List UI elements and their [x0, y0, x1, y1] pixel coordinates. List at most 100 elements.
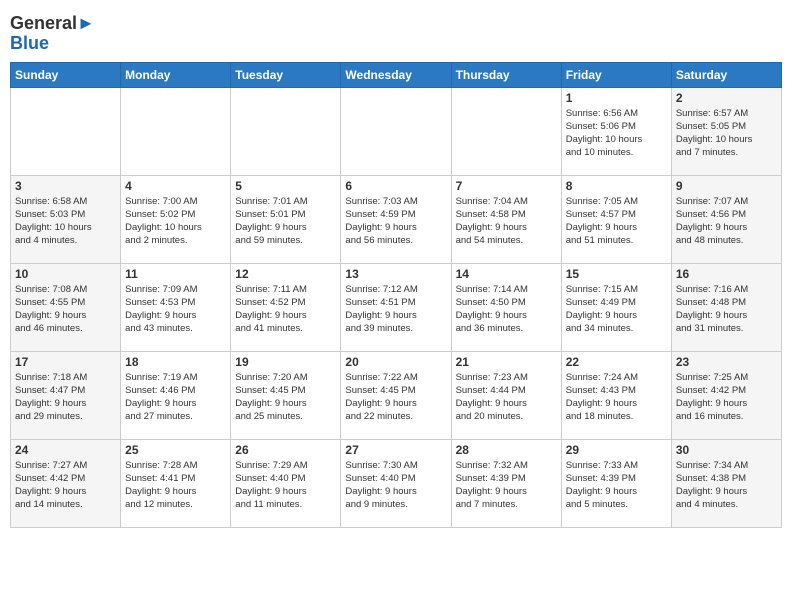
- weekday-header-friday: Friday: [561, 62, 671, 87]
- calendar-cell: 29 Sunrise: 7:33 AM Sunset: 4:39 PM Dayli…: [561, 439, 671, 527]
- calendar-week-3: 10 Sunrise: 7:08 AM Sunset: 4:55 PM Dayli…: [11, 263, 782, 351]
- calendar-cell: 14 Sunrise: 7:14 AM Sunset: 4:50 PM Dayli…: [451, 263, 561, 351]
- day-info: Sunrise: 7:34 AM Sunset: 4:38 PM Dayligh…: [676, 459, 777, 512]
- day-number: 8: [566, 179, 667, 193]
- day-info: Sunrise: 7:20 AM Sunset: 4:45 PM Dayligh…: [235, 371, 336, 424]
- weekday-header-monday: Monday: [121, 62, 231, 87]
- calendar-table: SundayMondayTuesdayWednesdayThursdayFrid…: [10, 62, 782, 528]
- calendar-cell: [11, 87, 121, 175]
- day-number: 5: [235, 179, 336, 193]
- calendar-cell: 20 Sunrise: 7:22 AM Sunset: 4:45 PM Dayli…: [341, 351, 451, 439]
- day-info: Sunrise: 6:57 AM Sunset: 5:05 PM Dayligh…: [676, 107, 777, 160]
- day-info: Sunrise: 6:56 AM Sunset: 5:06 PM Dayligh…: [566, 107, 667, 160]
- day-number: 14: [456, 267, 557, 281]
- day-info: Sunrise: 7:14 AM Sunset: 4:50 PM Dayligh…: [456, 283, 557, 336]
- day-info: Sunrise: 7:19 AM Sunset: 4:46 PM Dayligh…: [125, 371, 226, 424]
- day-number: 24: [15, 443, 116, 457]
- calendar-header-row: SundayMondayTuesdayWednesdayThursdayFrid…: [11, 62, 782, 87]
- calendar-cell: 5 Sunrise: 7:01 AM Sunset: 5:01 PM Daylig…: [231, 175, 341, 263]
- day-info: Sunrise: 7:28 AM Sunset: 4:41 PM Dayligh…: [125, 459, 226, 512]
- day-number: 15: [566, 267, 667, 281]
- calendar-week-5: 24 Sunrise: 7:27 AM Sunset: 4:42 PM Dayli…: [11, 439, 782, 527]
- calendar-cell: 27 Sunrise: 7:30 AM Sunset: 4:40 PM Dayli…: [341, 439, 451, 527]
- logo: General► Blue: [10, 14, 95, 54]
- calendar-cell: 18 Sunrise: 7:19 AM Sunset: 4:46 PM Dayli…: [121, 351, 231, 439]
- day-number: 10: [15, 267, 116, 281]
- day-info: Sunrise: 7:23 AM Sunset: 4:44 PM Dayligh…: [456, 371, 557, 424]
- day-number: 26: [235, 443, 336, 457]
- day-info: Sunrise: 7:30 AM Sunset: 4:40 PM Dayligh…: [345, 459, 446, 512]
- weekday-header-wednesday: Wednesday: [341, 62, 451, 87]
- day-number: 28: [456, 443, 557, 457]
- calendar-cell: 1 Sunrise: 6:56 AM Sunset: 5:06 PM Daylig…: [561, 87, 671, 175]
- day-number: 22: [566, 355, 667, 369]
- calendar-cell: 8 Sunrise: 7:05 AM Sunset: 4:57 PM Daylig…: [561, 175, 671, 263]
- day-info: Sunrise: 7:03 AM Sunset: 4:59 PM Dayligh…: [345, 195, 446, 248]
- day-info: Sunrise: 7:07 AM Sunset: 4:56 PM Dayligh…: [676, 195, 777, 248]
- day-info: Sunrise: 7:18 AM Sunset: 4:47 PM Dayligh…: [15, 371, 116, 424]
- page-header: General► Blue: [10, 10, 782, 54]
- day-info: Sunrise: 7:01 AM Sunset: 5:01 PM Dayligh…: [235, 195, 336, 248]
- day-info: Sunrise: 7:27 AM Sunset: 4:42 PM Dayligh…: [15, 459, 116, 512]
- day-info: Sunrise: 7:05 AM Sunset: 4:57 PM Dayligh…: [566, 195, 667, 248]
- day-info: Sunrise: 7:33 AM Sunset: 4:39 PM Dayligh…: [566, 459, 667, 512]
- day-number: 25: [125, 443, 226, 457]
- calendar-cell: 3 Sunrise: 6:58 AM Sunset: 5:03 PM Daylig…: [11, 175, 121, 263]
- calendar-cell: 17 Sunrise: 7:18 AM Sunset: 4:47 PM Dayli…: [11, 351, 121, 439]
- calendar-cell: 26 Sunrise: 7:29 AM Sunset: 4:40 PM Dayli…: [231, 439, 341, 527]
- day-number: 6: [345, 179, 446, 193]
- day-number: 13: [345, 267, 446, 281]
- calendar-week-4: 17 Sunrise: 7:18 AM Sunset: 4:47 PM Dayli…: [11, 351, 782, 439]
- calendar-cell: 15 Sunrise: 7:15 AM Sunset: 4:49 PM Dayli…: [561, 263, 671, 351]
- day-number: 11: [125, 267, 226, 281]
- calendar-cell: 12 Sunrise: 7:11 AM Sunset: 4:52 PM Dayli…: [231, 263, 341, 351]
- weekday-header-thursday: Thursday: [451, 62, 561, 87]
- calendar-cell: [121, 87, 231, 175]
- calendar-cell: [231, 87, 341, 175]
- weekday-header-tuesday: Tuesday: [231, 62, 341, 87]
- day-number: 12: [235, 267, 336, 281]
- calendar-cell: [451, 87, 561, 175]
- day-number: 20: [345, 355, 446, 369]
- calendar-cell: 9Sunrise: 7:07 AM Sunset: 4:56 PM Daylig…: [671, 175, 781, 263]
- day-info: Sunrise: 7:12 AM Sunset: 4:51 PM Dayligh…: [345, 283, 446, 336]
- day-number: 4: [125, 179, 226, 193]
- day-number: 1: [566, 91, 667, 105]
- day-info: Sunrise: 7:11 AM Sunset: 4:52 PM Dayligh…: [235, 283, 336, 336]
- day-info: Sunrise: 7:25 AM Sunset: 4:42 PM Dayligh…: [676, 371, 777, 424]
- calendar-cell: 10 Sunrise: 7:08 AM Sunset: 4:55 PM Dayli…: [11, 263, 121, 351]
- calendar-week-2: 3 Sunrise: 6:58 AM Sunset: 5:03 PM Daylig…: [11, 175, 782, 263]
- day-info: Sunrise: 6:58 AM Sunset: 5:03 PM Dayligh…: [15, 195, 116, 248]
- day-info: Sunrise: 7:15 AM Sunset: 4:49 PM Dayligh…: [566, 283, 667, 336]
- calendar-cell: [341, 87, 451, 175]
- calendar-cell: 4 Sunrise: 7:00 AM Sunset: 5:02 PM Daylig…: [121, 175, 231, 263]
- calendar-cell: 28 Sunrise: 7:32 AM Sunset: 4:39 PM Dayli…: [451, 439, 561, 527]
- calendar-cell: 30 Sunrise: 7:34 AM Sunset: 4:38 PM Dayli…: [671, 439, 781, 527]
- day-info: Sunrise: 7:08 AM Sunset: 4:55 PM Dayligh…: [15, 283, 116, 336]
- calendar-cell: 21 Sunrise: 7:23 AM Sunset: 4:44 PM Dayli…: [451, 351, 561, 439]
- calendar-cell: 22 Sunrise: 7:24 AM Sunset: 4:43 PM Dayli…: [561, 351, 671, 439]
- day-number: 16: [676, 267, 777, 281]
- day-number: 30: [676, 443, 777, 457]
- calendar-cell: 23Sunrise: 7:25 AM Sunset: 4:42 PM Dayli…: [671, 351, 781, 439]
- logo-text: General► Blue: [10, 14, 95, 54]
- day-info: Sunrise: 7:09 AM Sunset: 4:53 PM Dayligh…: [125, 283, 226, 336]
- day-info: Sunrise: 7:32 AM Sunset: 4:39 PM Dayligh…: [456, 459, 557, 512]
- day-info: Sunrise: 7:24 AM Sunset: 4:43 PM Dayligh…: [566, 371, 667, 424]
- calendar-cell: 2Sunrise: 6:57 AM Sunset: 5:05 PM Daylig…: [671, 87, 781, 175]
- day-number: 21: [456, 355, 557, 369]
- day-info: Sunrise: 7:00 AM Sunset: 5:02 PM Dayligh…: [125, 195, 226, 248]
- day-number: 29: [566, 443, 667, 457]
- calendar-cell: 7Sunrise: 7:04 AM Sunset: 4:58 PM Daylig…: [451, 175, 561, 263]
- day-number: 18: [125, 355, 226, 369]
- calendar-week-1: 1 Sunrise: 6:56 AM Sunset: 5:06 PM Daylig…: [11, 87, 782, 175]
- day-number: 3: [15, 179, 116, 193]
- calendar-cell: 19Sunrise: 7:20 AM Sunset: 4:45 PM Dayli…: [231, 351, 341, 439]
- calendar-cell: 6 Sunrise: 7:03 AM Sunset: 4:59 PM Daylig…: [341, 175, 451, 263]
- day-number: 17: [15, 355, 116, 369]
- day-info: Sunrise: 7:22 AM Sunset: 4:45 PM Dayligh…: [345, 371, 446, 424]
- day-number: 27: [345, 443, 446, 457]
- calendar-cell: 16Sunrise: 7:16 AM Sunset: 4:48 PM Dayli…: [671, 263, 781, 351]
- day-info: Sunrise: 7:29 AM Sunset: 4:40 PM Dayligh…: [235, 459, 336, 512]
- calendar-cell: 13 Sunrise: 7:12 AM Sunset: 4:51 PM Dayli…: [341, 263, 451, 351]
